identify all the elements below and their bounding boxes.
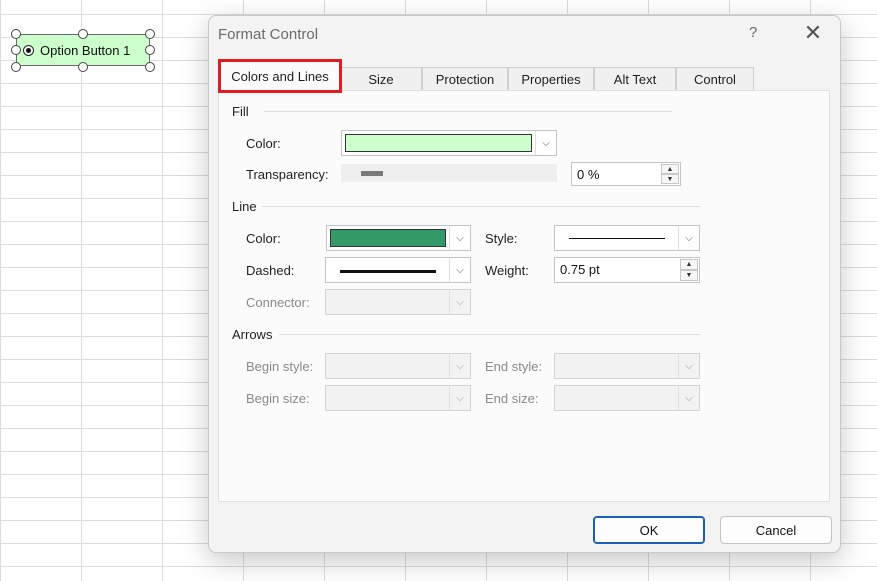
begin-style-label: Begin style: [246,359,314,374]
end-size-label: End size: [485,391,539,406]
tab-size[interactable]: Size [340,67,422,91]
line-color-label: Color: [246,231,281,246]
fill-color-swatch [345,134,532,152]
begin-size-dropdown[interactable]: ⌵ [325,385,471,411]
line-color-swatch [330,229,446,247]
weight-value: 0.75 pt [560,262,600,277]
spin-down-icon[interactable]: ▼ [661,174,679,184]
begin-style-dropdown[interactable]: ⌵ [325,353,471,379]
chevron-down-icon: ⌵ [678,226,699,250]
resize-handle-top-middle[interactable] [78,29,88,39]
chevron-down-icon: ⌵ [449,290,470,314]
resize-handle-bottom-right[interactable] [145,62,155,72]
transparency-label: Transparency: [246,167,329,182]
line-group-divider [262,206,700,207]
style-label: Style: [485,231,518,246]
end-style-dropdown[interactable]: ⌵ [554,353,700,379]
tab-control[interactable]: Control [676,67,754,91]
resize-handle-middle-right[interactable] [145,45,155,55]
begin-size-label: Begin size: [246,391,310,406]
tab-alt-text[interactable]: Alt Text [594,67,676,91]
weight-spinbox[interactable]: 0.75 pt ▲ ▼ [554,257,700,283]
fill-color-dropdown[interactable]: ⌵ [341,130,557,156]
resize-handle-bottom-left[interactable] [11,62,21,72]
arrows-group-label: Arrows [232,327,273,342]
chevron-down-icon: ⌵ [449,386,470,410]
dashed-dropdown[interactable]: ⌵ [325,257,471,283]
line-color-dropdown[interactable]: ⌵ [326,225,471,251]
resize-handle-middle-left[interactable] [11,45,21,55]
chevron-down-icon: ⌵ [678,386,699,410]
cancel-button[interactable]: Cancel [720,516,832,544]
fill-group-label: Fill [232,104,249,119]
spin-up-icon[interactable]: ▲ [680,259,698,270]
tab-colors-and-lines[interactable]: Colors and Lines [218,59,342,93]
chevron-down-icon: ⌵ [535,131,556,155]
radio-selected-icon [23,44,34,56]
transparency-slider[interactable] [341,164,557,182]
fill-group-divider [264,111,672,112]
tab-strip: Colors and Lines Size Protection Propert… [218,59,754,93]
weight-label: Weight: [485,263,529,278]
spin-up-icon[interactable]: ▲ [661,164,679,174]
chevron-down-icon: ⌵ [678,354,699,378]
end-size-dropdown[interactable]: ⌵ [554,385,700,411]
dashed-line-sample [340,270,436,273]
transparency-slider-thumb[interactable] [361,171,383,176]
transparency-value: 0 % [577,167,600,182]
end-style-label: End style: [485,359,543,374]
resize-handle-top-left[interactable] [11,29,21,39]
spin-down-icon[interactable]: ▼ [680,270,698,281]
colors-and-lines-panel: Fill Color: ⌵ Transparency: 0 % ▲ ▼ Line… [218,90,830,502]
format-control-dialog: Format Control ? ✕ Colors and Lines Size… [208,15,841,553]
chevron-down-icon: ⌵ [449,258,470,282]
connector-dropdown[interactable]: ⌵ [325,289,471,315]
chevron-down-icon: ⌵ [449,354,470,378]
fill-color-label: Color: [246,136,281,151]
option-button-label: Option Button 1 [40,42,131,58]
resize-handle-top-right[interactable] [145,29,155,39]
style-line-sample [569,238,665,239]
dialog-title: Format Control [218,26,319,43]
style-dropdown[interactable]: ⌵ [554,225,700,251]
line-group-label: Line [232,199,257,214]
connector-label: Connector: [246,295,310,310]
tab-protection[interactable]: Protection [422,67,508,91]
tab-properties[interactable]: Properties [508,67,594,91]
close-icon[interactable]: ✕ [801,20,825,46]
ok-button[interactable]: OK [593,516,705,544]
dashed-label: Dashed: [246,263,295,278]
transparency-spinbox[interactable]: 0 % ▲ ▼ [571,162,681,186]
arrows-group-divider [279,334,700,335]
resize-handle-bottom-middle[interactable] [78,62,88,72]
help-icon[interactable]: ? [749,24,757,41]
chevron-down-icon: ⌵ [449,226,470,250]
